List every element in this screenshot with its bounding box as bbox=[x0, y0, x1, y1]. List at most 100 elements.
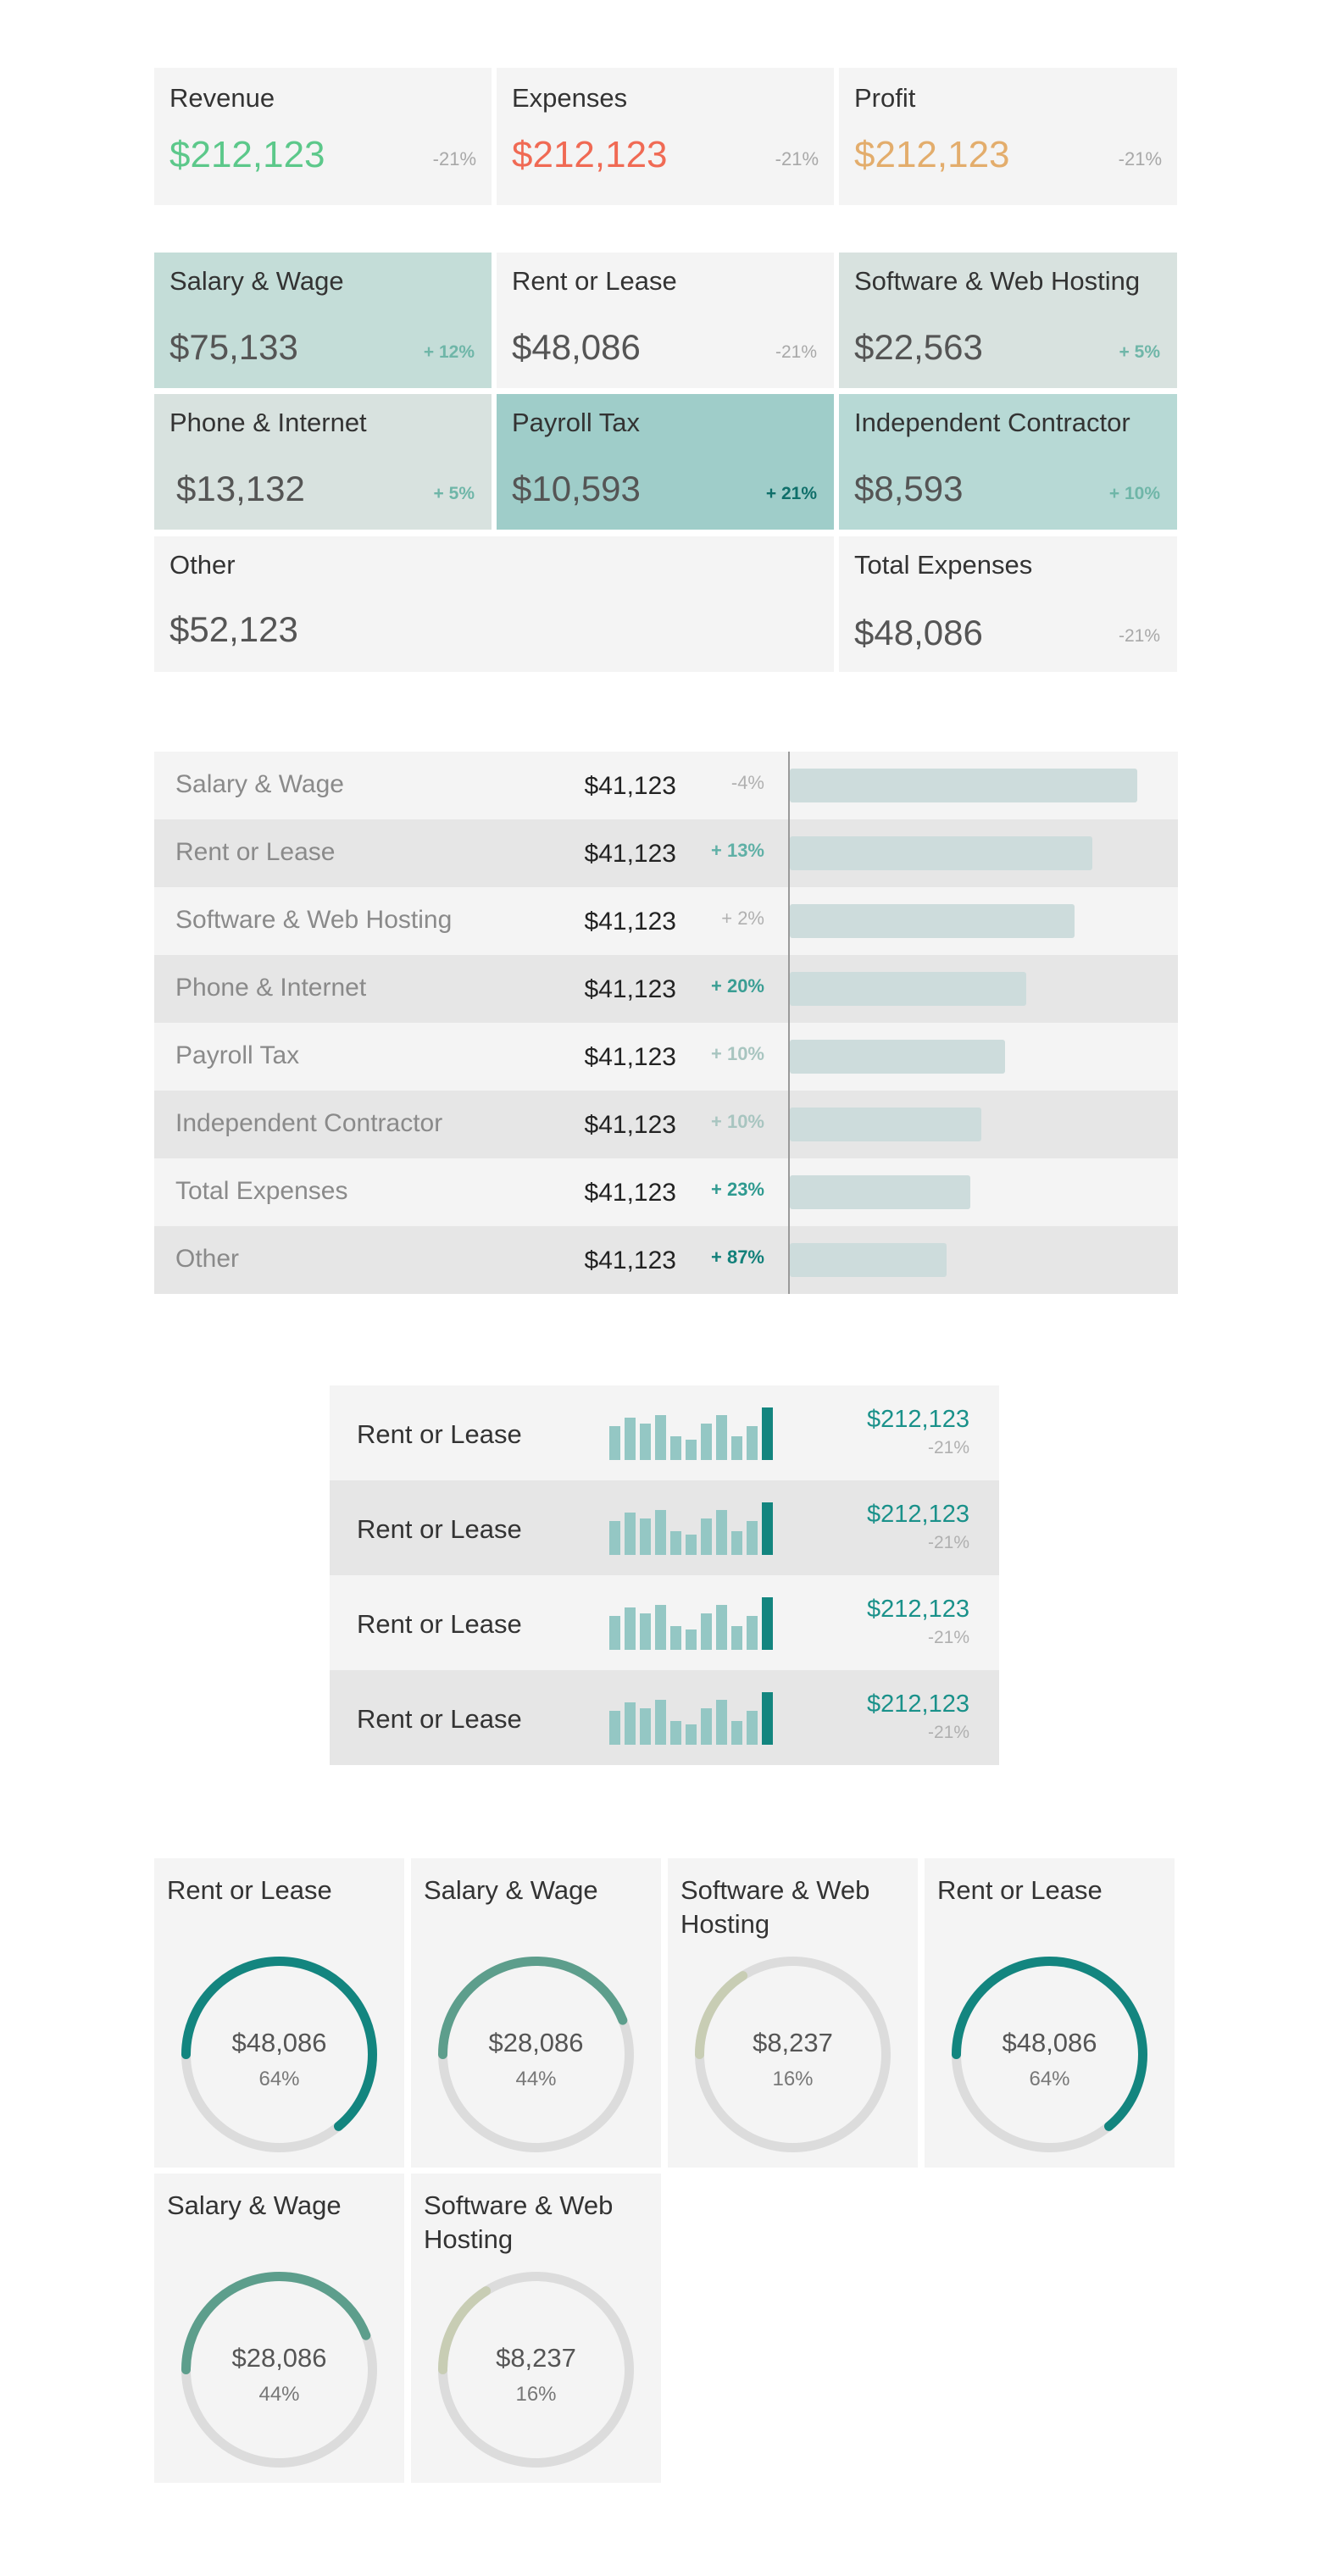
sparkline-bar bbox=[701, 1518, 712, 1555]
sparkline-bar bbox=[762, 1502, 773, 1555]
sparkline-bar bbox=[609, 1616, 620, 1650]
row-label: Payroll Tax bbox=[175, 1041, 300, 1069]
tile-independent-contractor[interactable]: Independent Contractor $8,593 + 10% bbox=[839, 394, 1177, 530]
gauge-percent: 64% bbox=[258, 2068, 299, 2090]
sparkline-label: Rent or Lease bbox=[357, 1704, 522, 1734]
tile-change: + 21% bbox=[765, 484, 817, 503]
row-label: Software & Web Hosting bbox=[175, 906, 453, 934]
gauge-card[interactable]: Rent or Lease $48,086 64% bbox=[154, 1858, 404, 2168]
row-bar bbox=[790, 1175, 970, 1209]
gauge-value: $48,086 bbox=[231, 2028, 326, 2057]
tile-value: $13,132 bbox=[176, 469, 305, 508]
sparkline-bar bbox=[609, 1521, 620, 1555]
sparkline-bar bbox=[655, 1510, 666, 1555]
row-change: + 87% bbox=[711, 1246, 764, 1268]
row-bar bbox=[790, 1040, 1005, 1074]
row-amount: $41,123 bbox=[584, 1179, 676, 1207]
table-row[interactable]: Rent or Lease $41,123 + 13% bbox=[154, 819, 1178, 887]
gauge-value: $28,086 bbox=[488, 2028, 583, 2057]
table-row[interactable]: Independent Contractor $41,123 + 10% bbox=[154, 1091, 1178, 1158]
gauge-ring: $48,086 64% bbox=[181, 1957, 377, 2152]
tile-total-expenses[interactable]: Total Expenses $48,086 -21% bbox=[839, 536, 1177, 672]
gauge-value: $8,237 bbox=[496, 2343, 576, 2373]
summary-card-expenses[interactable]: Expenses $212,123 -21% bbox=[497, 68, 834, 205]
row-amount: $41,123 bbox=[584, 975, 676, 1003]
gauge-title: Rent or Lease bbox=[937, 1875, 1103, 1905]
row-amount: $41,123 bbox=[584, 1111, 676, 1139]
sparkline-bar bbox=[731, 1721, 742, 1745]
row-amount: $41,123 bbox=[584, 1043, 676, 1071]
sparkline-bar bbox=[670, 1721, 681, 1745]
gauge-percent: 16% bbox=[772, 2068, 813, 2090]
row-label: Independent Contractor bbox=[175, 1109, 443, 1137]
sparkline-bar bbox=[762, 1407, 773, 1460]
sparkline-change: -21% bbox=[927, 1438, 969, 1457]
summary-card-profit[interactable]: Profit $212,123 -21% bbox=[839, 68, 1177, 205]
sparkline-bar bbox=[716, 1700, 727, 1745]
gauge-percent: 16% bbox=[515, 2383, 556, 2406]
tile-salary-wage[interactable]: Salary & Wage $75,133 + 12% bbox=[154, 253, 492, 388]
tile-change: -21% bbox=[1118, 626, 1160, 646]
summary-card-revenue[interactable]: Revenue $212,123 -21% bbox=[154, 68, 492, 205]
row-label: Salary & Wage bbox=[175, 770, 344, 798]
sparkline-bar bbox=[609, 1711, 620, 1745]
sparkline-value: $212,123 bbox=[867, 1406, 969, 1433]
sparkline-row[interactable]: Rent or Lease $212,123 -21% bbox=[330, 1385, 999, 1480]
sparkline-bar bbox=[686, 1629, 697, 1650]
summary-value: $212,123 bbox=[854, 134, 1010, 175]
tile-change: + 10% bbox=[1108, 484, 1160, 503]
sparkline-bar bbox=[655, 1415, 666, 1460]
gauge-card[interactable]: Salary & Wage $28,086 44% bbox=[411, 1858, 661, 2168]
table-row[interactable]: Total Expenses $41,123 + 23% bbox=[154, 1158, 1178, 1226]
sparkline-bar bbox=[640, 1613, 651, 1650]
tile-software-web-hosting[interactable]: Software & Web Hosting $22,563 + 5% bbox=[839, 253, 1177, 388]
row-amount: $41,123 bbox=[584, 772, 676, 800]
table-row[interactable]: Salary & Wage $41,123 -4% bbox=[154, 752, 1178, 819]
sparkline-bar bbox=[731, 1531, 742, 1555]
summary-change: -21% bbox=[432, 148, 476, 169]
sparkline-row[interactable]: Rent or Lease $212,123 -21% bbox=[330, 1480, 999, 1575]
tile-payroll-tax[interactable]: Payroll Tax $10,593 + 21% bbox=[497, 394, 834, 530]
sparkline-bar bbox=[625, 1418, 636, 1460]
row-change: + 10% bbox=[711, 1043, 764, 1064]
table-row[interactable]: Phone & Internet $41,123 + 20% bbox=[154, 955, 1178, 1023]
tile-change: -21% bbox=[775, 342, 817, 362]
gauge-ring: $8,237 16% bbox=[438, 2272, 634, 2468]
table-divider bbox=[788, 752, 790, 1294]
tile-value: $22,563 bbox=[854, 327, 983, 367]
gauge-card[interactable]: Software & Web Hosting $8,237 16% bbox=[668, 1858, 918, 2168]
sparkline-bar bbox=[640, 1424, 651, 1460]
gauge-value: $8,237 bbox=[753, 2028, 833, 2057]
sparkline-bar bbox=[747, 1426, 758, 1460]
sparkline-list: Rent or Lease $212,123 -21% Rent or Leas… bbox=[330, 1385, 999, 1767]
tile-rent-lease[interactable]: Rent or Lease $48,086 -21% bbox=[497, 253, 834, 388]
sparkline-bar bbox=[716, 1605, 727, 1650]
tile-other[interactable]: Other $52,123 bbox=[154, 536, 834, 672]
gauge-title: Rent or Lease bbox=[167, 1875, 332, 1905]
tile-phone-internet[interactable]: Phone & Internet $13,132 + 5% bbox=[154, 394, 492, 530]
row-change: + 23% bbox=[711, 1179, 764, 1200]
tile-change: + 5% bbox=[433, 484, 475, 503]
sparkline-bar bbox=[701, 1613, 712, 1650]
sparkline-row[interactable]: Rent or Lease $212,123 -21% bbox=[330, 1670, 999, 1765]
sparkline-row[interactable]: Rent or Lease $212,123 -21% bbox=[330, 1575, 999, 1670]
gauge-card[interactable]: Software & Web Hosting $8,237 16% bbox=[411, 2174, 661, 2483]
table-row[interactable]: Software & Web Hosting $41,123 + 2% bbox=[154, 887, 1178, 955]
row-bar bbox=[790, 904, 1075, 938]
tile-title: Salary & Wage bbox=[169, 266, 344, 296]
sparkline-chart bbox=[609, 1692, 779, 1745]
row-change: -4% bbox=[730, 772, 764, 793]
summary-title: Profit bbox=[854, 83, 916, 113]
tile-value: $48,086 bbox=[854, 613, 983, 652]
table-row[interactable]: Payroll Tax $41,123 + 10% bbox=[154, 1023, 1178, 1091]
sparkline-label: Rent or Lease bbox=[357, 1514, 522, 1544]
gauge-percent: 44% bbox=[258, 2383, 299, 2406]
sparkline-bar bbox=[686, 1724, 697, 1745]
gauge-card[interactable]: Salary & Wage $28,086 44% bbox=[154, 2174, 404, 2483]
gauge-ring: $28,086 44% bbox=[181, 2272, 377, 2468]
gauge-card[interactable]: Rent or Lease $48,086 64% bbox=[925, 1858, 1175, 2168]
table-row[interactable]: Other $41,123 + 87% bbox=[154, 1226, 1178, 1294]
summary-value: $212,123 bbox=[512, 134, 668, 175]
summary-title: Expenses bbox=[512, 83, 628, 113]
sparkline-bar bbox=[747, 1616, 758, 1650]
